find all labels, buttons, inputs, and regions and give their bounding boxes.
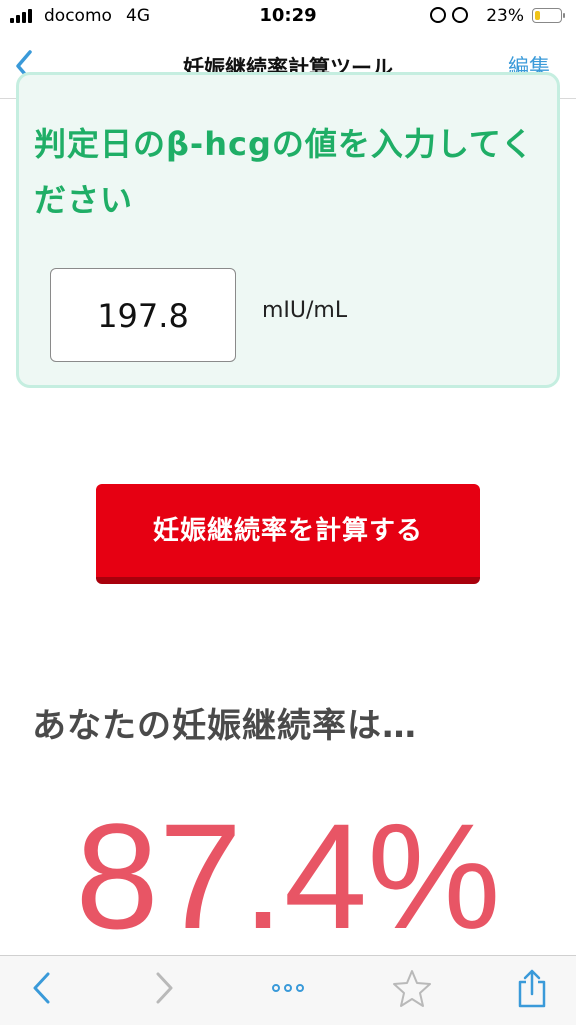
- calculate-button[interactable]: 妊娠継続率を計算する: [96, 484, 480, 584]
- battery-icon: [532, 8, 565, 23]
- orientation-lock-icon: [430, 7, 446, 23]
- forward-icon[interactable]: [142, 966, 186, 1010]
- input-prompt: 判定日のβ-hcgの値を入力してください: [34, 125, 534, 219]
- alarm-icon: [452, 7, 468, 23]
- result-label: あなたの妊娠継続率は…: [32, 706, 417, 746]
- unit-label: mIU/mL: [262, 298, 348, 323]
- status-bar: docomo 4G 10:29 23%: [0, 0, 576, 34]
- bookmark-star-icon[interactable]: [390, 966, 434, 1010]
- result-value: 87.4%: [75, 792, 501, 960]
- browser-toolbar: [0, 955, 576, 1025]
- hcg-value-input[interactable]: 197.8: [50, 268, 236, 362]
- battery-percent: 23%: [486, 6, 524, 26]
- back-icon[interactable]: [20, 966, 64, 1010]
- share-icon[interactable]: [510, 966, 554, 1010]
- more-icon[interactable]: [266, 966, 310, 1010]
